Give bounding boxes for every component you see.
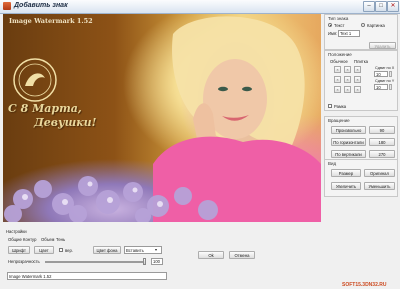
rotation-180-button[interactable]: 180 (369, 138, 395, 146)
text-type-radio[interactable] (328, 23, 332, 27)
preview-image[interactable]: Image Watermark 1.52 С 8 Марта, Девушки! (3, 14, 321, 222)
opacity-slider[interactable] (45, 261, 145, 263)
site-watermark: SOFT15.3DN32.RU (342, 282, 387, 288)
opacity-slider-thumb[interactable] (143, 258, 146, 265)
font-button[interactable]: Шрифт (8, 246, 30, 254)
chevron-down-icon: ▾ (155, 247, 158, 252)
app-icon (3, 2, 11, 10)
position-group: Положение Обычное Плитка × × × × × × × ×… (324, 50, 398, 111)
close-button[interactable]: ✕ (387, 1, 399, 12)
rotation-270-button[interactable]: 270 (369, 150, 395, 158)
position-middle-left[interactable]: × (334, 76, 341, 83)
rotation-heading: Вращение (328, 118, 350, 123)
rotation-90-button[interactable]: 90 (369, 126, 395, 134)
shrink-button[interactable]: Уменьшить (364, 182, 395, 190)
shift-x-spinner[interactable] (389, 71, 392, 77)
position-top-right[interactable]: × (354, 66, 361, 73)
name-label: Имя: (328, 31, 338, 36)
mark-type-heading: Тип знака (328, 16, 349, 21)
magnify-button[interactable]: Увеличить (331, 182, 361, 190)
settings-panel: Настройки Общие Контур Объем Тень Шрифт … (3, 229, 321, 285)
opacity-label: Непрозрачность (8, 259, 40, 264)
greeting-line-2: Девушки! (34, 116, 97, 129)
position-middle-right[interactable]: × (354, 76, 361, 83)
tab-general[interactable]: Общие (8, 237, 22, 242)
settings-heading: Настройки (6, 229, 27, 234)
shift-y-field[interactable]: 10 (374, 84, 388, 90)
ok-button[interactable]: Ok (198, 251, 224, 259)
window-title: Добавить знак (14, 2, 68, 9)
background-color-button[interactable]: Цвет фона (93, 246, 121, 254)
shift-y-label: Сдвиг по Y (375, 79, 395, 83)
rotation-horizontal-button[interactable]: По горизонтали (331, 138, 366, 146)
position-bottom-left[interactable]: × (334, 86, 341, 93)
shift-x-field[interactable]: 10 (374, 71, 388, 77)
rotation-vertical-button[interactable]: По вертикали (331, 150, 366, 158)
watermark-greeting: С 8 Марта, Девушки! (8, 102, 97, 130)
view-group: Вид Размер Оригинал Увеличить Уменьшить (324, 159, 398, 197)
mark-type-group: Тип знака Текст Картинка Имя: Text 1 Уда… (324, 14, 398, 50)
vertical-checkbox[interactable] (59, 248, 63, 252)
minimize-button[interactable]: – (363, 1, 375, 12)
position-bottom-right[interactable]: × (354, 86, 361, 93)
delete-button[interactable]: Удалить (369, 42, 396, 49)
text-type-label: Текст (334, 23, 345, 28)
rotation-free-button[interactable]: Произвольно (331, 126, 366, 134)
view-heading: Вид (328, 161, 337, 166)
position-mode-tile[interactable]: Плитка (354, 59, 368, 64)
vertical-label: вер. (65, 248, 73, 253)
right-panel: Тип знака Текст Картинка Имя: Text 1 Уда… (324, 14, 398, 268)
position-top-center[interactable]: × (344, 66, 351, 73)
shift-x-label: Сдвиг по X (375, 66, 395, 70)
cancel-button[interactable]: Отмена (229, 251, 255, 259)
frame-checkbox[interactable] (328, 104, 332, 108)
greeting-line-1: С 8 Марта, (8, 102, 82, 115)
tab-volume[interactable]: Объем (41, 237, 54, 242)
name-field[interactable]: Text 1 (338, 30, 360, 37)
position-bottom-center[interactable]: × (344, 86, 351, 93)
opacity-value-field[interactable]: 100 (151, 258, 163, 265)
shift-y-spinner[interactable] (389, 84, 392, 90)
color-button[interactable]: Цвет (34, 246, 54, 254)
watermark-seal-icon (13, 58, 57, 102)
position-mode-normal[interactable]: Обычное (330, 59, 348, 64)
maximize-button[interactable]: □ (375, 1, 387, 12)
text-input[interactable]: Image Watermark 1.52 (7, 272, 167, 280)
size-button[interactable]: Размер (331, 169, 361, 177)
position-top-left[interactable]: × (334, 66, 341, 73)
original-button[interactable]: Оригинал (364, 169, 395, 177)
tab-shadow[interactable]: Тень (56, 237, 65, 242)
position-heading: Положение (328, 52, 352, 57)
frame-label: Рамка (334, 104, 347, 109)
image-type-radio[interactable] (361, 23, 365, 27)
image-type-label: Картинка (367, 23, 385, 28)
title-bar: Добавить знак – □ ✕ (0, 0, 400, 14)
tab-outline[interactable]: Контур (23, 237, 36, 242)
watermark-title-text: Image Watermark 1.52 (9, 17, 93, 25)
position-center[interactable]: × (344, 76, 351, 83)
